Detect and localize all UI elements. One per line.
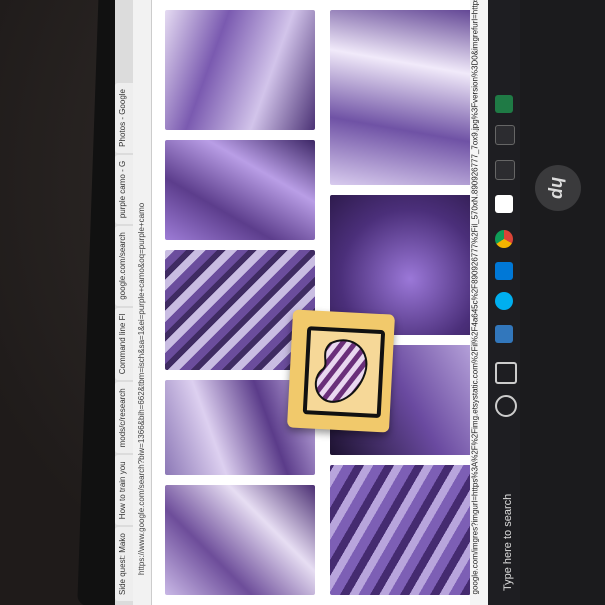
chrome-icon[interactable] [495,230,513,248]
browser-tab[interactable]: Photos - Google [115,83,133,153]
image-thumbnail[interactable] [165,10,315,130]
hp-logo: hp [535,165,581,211]
image-url-text: google.com/imgres?imgurl=https%3A%2F%2Fi… [470,0,480,595]
laptop-screen: Side quest: Mako How to train you mods/c… [115,0,500,605]
browser-tab[interactable]: mods/c/research [115,382,133,454]
browser-tab[interactable]: purple camo - G [115,154,133,225]
cortana-icon[interactable] [495,395,517,417]
image-url-strip: google.com/imgres?imgurl=https%3A%2F%2Fi… [470,0,488,605]
browser-tab[interactable]: Side quest: Mako [115,527,133,601]
app-icon[interactable] [495,125,515,145]
browser-tab[interactable]: google.com/search [115,226,133,306]
browser-tab[interactable]: How to train you [115,455,133,526]
store-icon[interactable] [495,262,513,280]
edge-icon[interactable] [495,325,513,343]
skype-icon[interactable] [495,292,513,310]
acrobat-icon[interactable] [495,195,513,213]
image-thumbnail[interactable] [165,485,315,595]
image-thumbnail[interactable] [330,465,490,595]
image-thumbnail[interactable] [165,140,315,240]
tab-bar: Side quest: Mako How to train you mods/c… [115,0,133,605]
taskbar-search-placeholder: Type here to search [502,493,514,591]
image-thumbnail[interactable] [330,10,490,185]
laptop-bezel [520,0,605,605]
task-view-icon[interactable] [495,362,517,384]
taskbar-search-box[interactable]: Type here to search [488,448,522,598]
browser-window: Side quest: Mako How to train you mods/c… [115,0,500,605]
striped-bean-icon [314,339,368,403]
image-results-grid [155,0,500,605]
excel-icon[interactable] [495,95,513,113]
sticker [286,309,396,433]
browser-tab[interactable]: Command line Fl [115,307,133,381]
app-icon[interactable] [495,160,515,180]
sticker-frame [302,326,386,419]
address-bar[interactable]: https://www.google.com/search?biw=1366&b… [133,0,152,605]
